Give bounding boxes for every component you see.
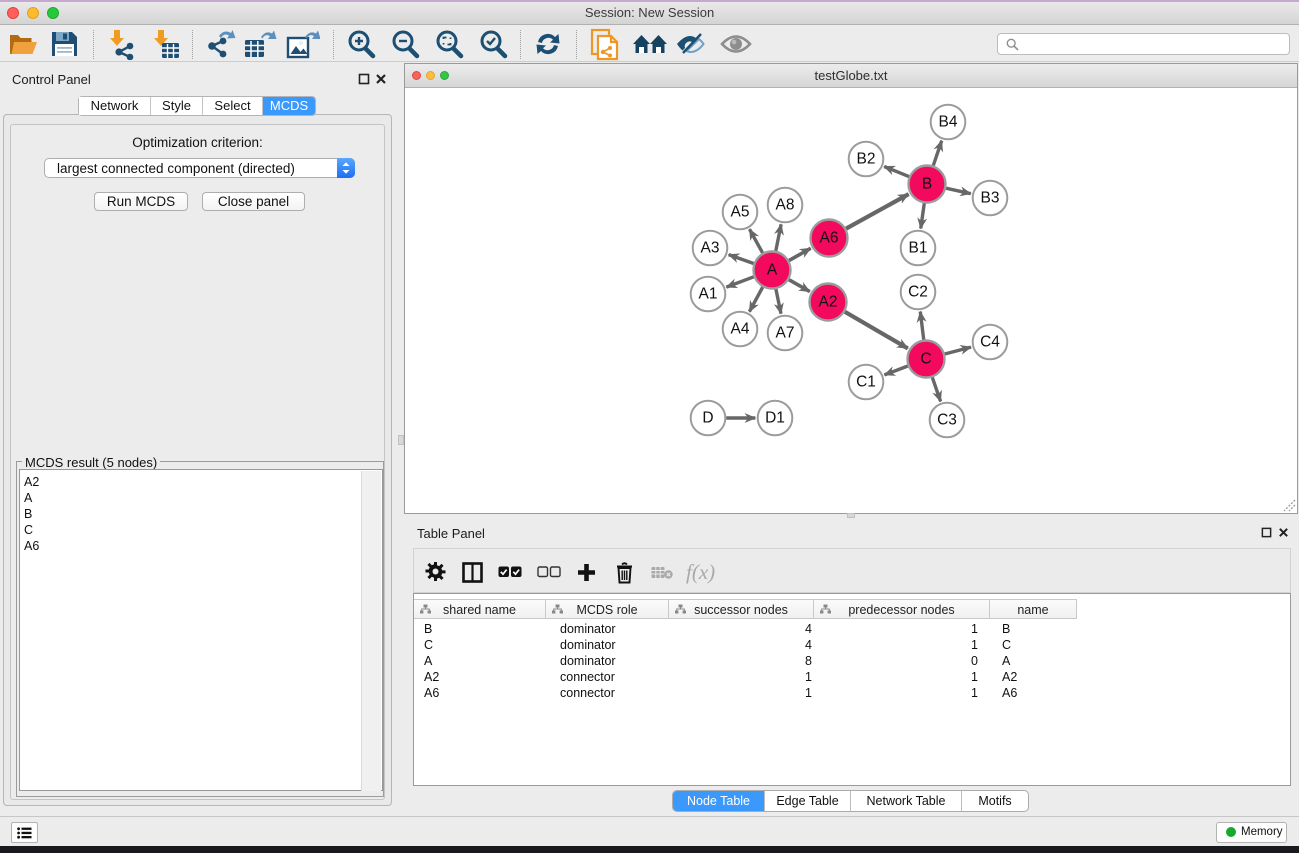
svg-text:A1: A1 — [699, 286, 718, 303]
svg-text:B2: B2 — [857, 151, 876, 168]
svg-text:B: B — [922, 176, 932, 193]
svg-text:D: D — [702, 410, 713, 427]
svg-text:A4: A4 — [731, 321, 750, 338]
svg-text:A5: A5 — [731, 204, 750, 221]
svg-text:A2: A2 — [819, 294, 838, 311]
svg-text:B3: B3 — [981, 190, 1000, 207]
svg-text:C2: C2 — [908, 284, 928, 301]
svg-text:C1: C1 — [856, 374, 876, 391]
svg-text:A8: A8 — [776, 197, 795, 214]
svg-text:C4: C4 — [980, 334, 1000, 351]
svg-text:A6: A6 — [820, 230, 839, 247]
svg-text:A7: A7 — [776, 325, 795, 342]
svg-text:A3: A3 — [701, 240, 720, 257]
svg-text:C3: C3 — [937, 412, 957, 429]
svg-text:B1: B1 — [909, 240, 928, 257]
svg-text:D1: D1 — [765, 410, 785, 427]
svg-text:A: A — [767, 262, 778, 279]
svg-text:C: C — [920, 351, 931, 368]
svg-text:B4: B4 — [939, 114, 958, 131]
